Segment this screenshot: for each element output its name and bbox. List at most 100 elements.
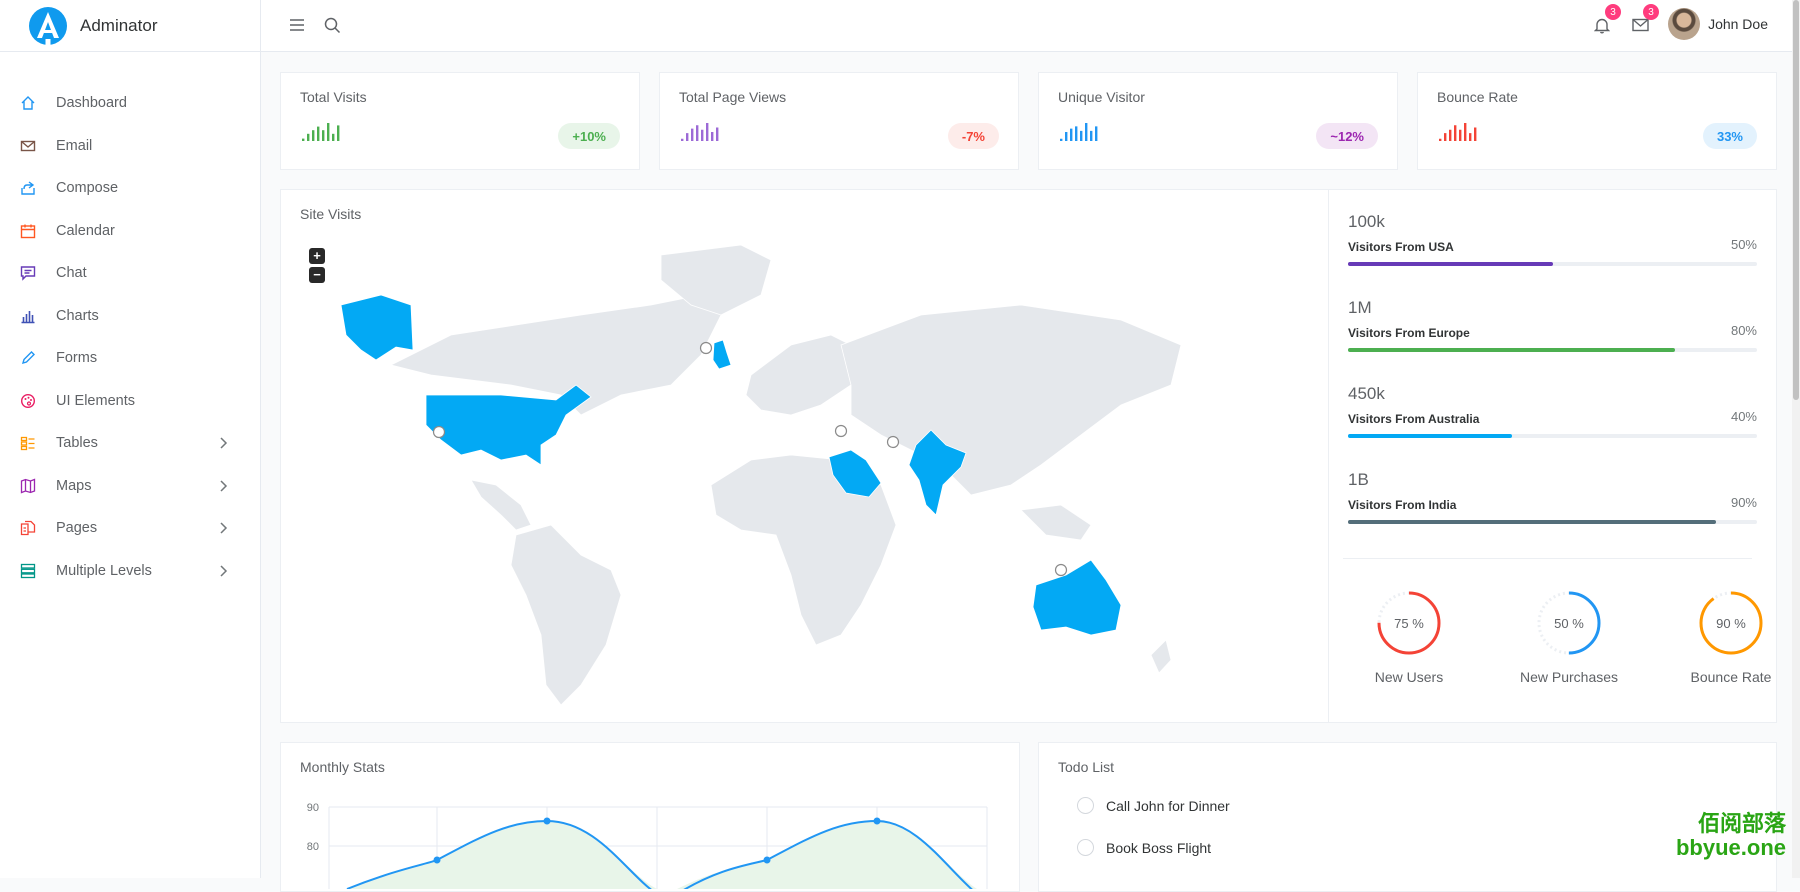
progress-fill: [1348, 520, 1717, 524]
stat-card-unique-visitor: Unique Visitor ~12%: [1038, 72, 1398, 170]
world-map[interactable]: [321, 235, 1331, 715]
sidebar-item-pages[interactable]: Pages: [0, 507, 260, 550]
brand-name: Adminator: [80, 15, 158, 35]
y-tick-label: 80: [307, 841, 319, 853]
sparkline-bar: [1474, 127, 1477, 141]
sidebar-item-calendar[interactable]: Calendar: [0, 210, 260, 253]
stat-card-total-page-views: Total Page Views -7%: [659, 72, 1019, 170]
scrollbar-thumb[interactable]: [1793, 0, 1799, 400]
stat-title: Bounce Rate: [1437, 89, 1518, 105]
visitor-value: 100k: [1348, 212, 1385, 231]
sparkline-chart: [1060, 123, 1098, 141]
palette-icon: [18, 391, 38, 411]
messages-badge: 3: [1643, 4, 1659, 20]
sparkline-bar: [1080, 130, 1083, 141]
layout-list-icon: [18, 433, 38, 453]
sidebar-item-label: Maps: [56, 477, 92, 494]
sidebar-item-ui-elements[interactable]: UI Elements: [0, 380, 260, 423]
map-region-central-america: [470, 479, 532, 531]
chart-point[interactable]: [873, 817, 881, 825]
sparkline-bar: [691, 128, 694, 141]
map-marker[interactable]: [1054, 563, 1068, 577]
messages-button[interactable]: 3: [1625, 4, 1659, 40]
search-icon: [324, 17, 340, 33]
gauge-label: New Users: [1374, 669, 1444, 685]
gauge-ring: 90 %: [1699, 591, 1763, 655]
sparkline-chart: [1439, 123, 1477, 141]
todo-checkbox[interactable]: [1077, 839, 1094, 856]
stat-badge: 33%: [1702, 123, 1757, 149]
map-marker[interactable]: [432, 425, 446, 439]
sparkline-bar: [337, 125, 340, 141]
map-marker[interactable]: [699, 341, 713, 355]
gauge-bounce-rate: 90 % Bounce Rate: [1661, 588, 1800, 685]
chart-point[interactable]: [543, 817, 551, 825]
visitor-percent: 50%: [1730, 237, 1757, 252]
sidebar-toggle-button[interactable]: [282, 10, 312, 40]
gauge-divider: [1343, 558, 1752, 559]
sidebar-item-multiple-levels[interactable]: Multiple Levels: [0, 550, 260, 593]
chart-point[interactable]: [433, 856, 441, 864]
card-title: Todo List: [1058, 759, 1115, 775]
bell-icon: [1594, 18, 1610, 33]
monthly-stats-card: Monthly Stats 90 80: [280, 742, 1020, 892]
sidebar-item-tables[interactable]: Tables: [0, 422, 260, 465]
sidebar-item-maps[interactable]: Maps: [0, 465, 260, 508]
pencil-icon: [18, 348, 38, 368]
progress-fill: [1348, 348, 1676, 352]
bar-chart-icon: [18, 306, 38, 326]
sparkline-bar: [322, 130, 325, 141]
chevron-right-icon: [220, 479, 228, 492]
map-region-southeast-asia: [1020, 504, 1092, 541]
stack-icon: [18, 561, 38, 581]
sidebar-item-email[interactable]: Email: [0, 125, 260, 168]
sidebar: Adminator Dashboard Email Compose Calend…: [0, 0, 261, 878]
sparkline-bar: [1444, 133, 1447, 141]
map-marker[interactable]: [886, 435, 900, 449]
search-button[interactable]: [317, 10, 347, 40]
watermark-line2: bbyue.one: [1675, 835, 1786, 860]
stat-card-bounce-rate: Bounce Rate 33%: [1417, 72, 1777, 170]
sidebar-item-dashboard[interactable]: Dashboard: [0, 82, 260, 125]
todo-item[interactable]: Call John for Dinner: [1077, 797, 1230, 814]
sidebar-item-label: UI Elements: [56, 392, 135, 409]
map-marker[interactable]: [834, 424, 848, 438]
page-scrollbar[interactable]: [1792, 0, 1800, 878]
sidebar-item-label: Dashboard: [56, 95, 127, 112]
brand[interactable]: Adminator: [0, 0, 260, 52]
visitor-label: Visitors From India: [1348, 498, 1457, 512]
top-header: 3 3 John Doe: [261, 0, 1800, 52]
sparkline-bar: [706, 123, 709, 141]
site-visits-card: Site Visits + − 100k Visitors From USA 5…: [280, 189, 1777, 723]
map-region-australia: [1032, 559, 1122, 636]
sidebar-item-label: Chat: [56, 265, 87, 282]
sidebar-item-charts[interactable]: Charts: [0, 295, 260, 338]
visitor-stat-australia: 450k Visitors From Australia 40%: [1348, 384, 1757, 438]
sidebar-item-label: Tables: [56, 435, 98, 452]
gauge-value: 50 %: [1554, 616, 1584, 631]
sidebar-item-label: Pages: [56, 520, 98, 537]
card-title: Monthly Stats: [300, 759, 385, 775]
chart-point[interactable]: [763, 856, 771, 864]
progress-track: [1348, 520, 1757, 524]
map-region-new-zealand: [1150, 639, 1172, 674]
sparkline-bar: [1090, 130, 1093, 141]
sidebar-item-chat[interactable]: Chat: [0, 252, 260, 295]
home-icon: [18, 93, 38, 113]
mail-icon: [1631, 18, 1649, 32]
avatar: [1668, 8, 1701, 40]
todo-checkbox[interactable]: [1077, 797, 1094, 814]
chevron-right-icon: [220, 522, 228, 534]
sidebar-item-forms[interactable]: Forms: [0, 337, 260, 380]
todo-item[interactable]: Book Boss Flight: [1077, 839, 1211, 856]
user-menu[interactable]: John Doe: [1668, 8, 1768, 40]
sidebar-item-compose[interactable]: Compose: [0, 167, 260, 210]
notifications-button[interactable]: 3: [1587, 4, 1621, 40]
sparkline-bar: [1454, 125, 1457, 141]
monthly-line-chart: 90 80: [307, 802, 988, 889]
progress-track: [1348, 348, 1757, 352]
visitor-value: 450k: [1348, 384, 1385, 403]
visitor-stat-usa: 100k Visitors From USA 50%: [1348, 212, 1757, 266]
sidebar-item-label: Email: [56, 137, 93, 154]
stat-title: Total Page Views: [679, 89, 787, 105]
